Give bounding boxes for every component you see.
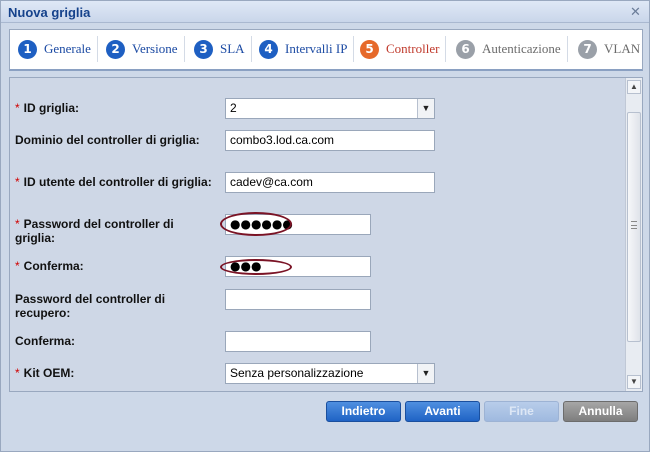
step-number: 6 — [456, 39, 475, 59]
label-text: Kit OEM: — [23, 366, 75, 380]
new-grid-dialog: Nuova griglia ✕ 1 Generale 2 Versione 3 … — [0, 0, 650, 452]
step-label: SLA — [220, 41, 245, 56]
required-mark: * — [15, 175, 20, 189]
label-text: Conferma: — [23, 259, 84, 273]
dominio-field[interactable]: combo3.lod.ca.com — [225, 130, 435, 151]
label-text: Password del controller di griglia: — [15, 217, 174, 245]
step-sla[interactable]: 3 SLA — [194, 36, 252, 62]
password-recupero-label: Password del controller di recupero: — [15, 292, 166, 320]
step-label: Versione — [132, 41, 178, 56]
step-label: Generale — [44, 41, 91, 56]
step-label: VLAN — [604, 41, 641, 56]
dialog-title: Nuova griglia — [8, 5, 91, 20]
step-number: 3 — [194, 39, 213, 59]
chevron-down-icon[interactable]: ▼ — [417, 99, 434, 118]
kit-oem-value: Senza personalizzazione — [230, 366, 364, 380]
id-utente-label: * ID utente del controller di griglia: — [15, 175, 215, 189]
close-icon[interactable]: ✕ — [628, 5, 643, 19]
highlight-ellipse — [220, 259, 292, 275]
wizard-steps: 1 Generale 2 Versione 3 SLA 4 Intervalli… — [9, 29, 643, 71]
conferma-recupero-field[interactable] — [225, 331, 371, 352]
controller-form: * ID griglia: 2 ▼ Dominio del controller … — [9, 77, 643, 392]
dominio-label: Dominio del controller di griglia: — [15, 133, 200, 147]
id-griglia-select[interactable]: 2 ▼ — [225, 98, 435, 119]
grip-icon — [631, 221, 637, 229]
step-label: Controller — [386, 41, 440, 56]
step-autenticazione: 6 Autenticazione — [456, 36, 568, 62]
step-generale[interactable]: 1 Generale — [18, 36, 98, 62]
step-vlan: 7 VLAN — [578, 36, 642, 62]
step-number: 2 — [106, 39, 125, 59]
step-label: Autenticazione — [482, 41, 561, 56]
chevron-down-icon[interactable]: ▼ — [417, 364, 434, 383]
id-utente-field[interactable]: cadev@ca.com — [225, 172, 435, 193]
dialog-titlebar[interactable]: Nuova griglia ✕ — [1, 1, 649, 23]
next-button[interactable]: Avanti — [405, 401, 480, 422]
step-number: 5 — [360, 39, 379, 59]
finish-button: Fine — [484, 401, 559, 422]
password-recupero-field[interactable] — [225, 289, 371, 310]
step-controller[interactable]: 5 Controller — [360, 36, 447, 62]
step-number: 4 — [259, 39, 278, 59]
form-scrollbar[interactable]: ▲ ▼ — [625, 78, 642, 391]
conferma-label: * Conferma: — [15, 259, 215, 273]
highlight-ellipse — [220, 212, 292, 236]
required-mark: * — [15, 366, 20, 380]
step-versione[interactable]: 2 Versione — [106, 36, 185, 62]
id-griglia-value: 2 — [230, 101, 237, 115]
kit-oem-select[interactable]: Senza personalizzazione ▼ — [225, 363, 435, 384]
label-text: ID griglia: — [23, 101, 80, 115]
required-mark: * — [15, 101, 20, 115]
id-griglia-label: * ID griglia: — [15, 101, 215, 115]
back-button[interactable]: Indietro — [326, 401, 401, 422]
scroll-thumb[interactable] — [627, 112, 641, 342]
cancel-button[interactable]: Annulla — [563, 401, 638, 422]
scroll-up-icon[interactable]: ▲ — [627, 80, 641, 94]
conferma-recupero-label: Conferma: — [15, 334, 76, 348]
step-number: 1 — [18, 39, 37, 59]
step-number: 7 — [578, 39, 597, 59]
kit-oem-label: * Kit OEM: — [15, 366, 215, 380]
required-mark: * — [15, 217, 20, 231]
step-label: Intervalli IP — [285, 41, 348, 56]
password-label: * Password del controller di griglia: — [15, 217, 215, 245]
label-text: ID utente del controller di griglia: — [23, 175, 212, 189]
scroll-down-icon[interactable]: ▼ — [627, 375, 641, 389]
required-mark: * — [15, 259, 20, 273]
step-intervalli-ip[interactable]: 4 Intervalli IP — [259, 36, 355, 62]
